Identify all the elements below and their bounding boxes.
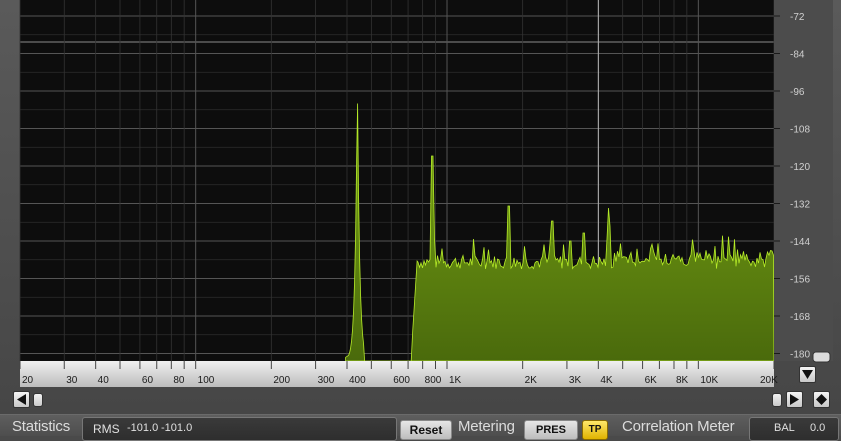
level-label: -72 xyxy=(790,12,805,23)
reset-button[interactable]: Reset xyxy=(400,420,452,440)
level-label: -96 xyxy=(790,87,805,98)
frequency-label: 6K xyxy=(645,375,658,386)
level-label: -156 xyxy=(790,275,810,286)
balance-readout: BAL 0.0 xyxy=(749,417,839,441)
frequency-label: 20 xyxy=(22,375,34,386)
scroll-down-button[interactable] xyxy=(799,366,816,383)
level-label: -168 xyxy=(790,312,810,323)
level-label: -132 xyxy=(790,200,810,211)
correlation-meter-label: Correlation Meter xyxy=(622,418,735,435)
vertical-scroll-thumb[interactable] xyxy=(812,351,831,363)
true-peak-button[interactable]: TP xyxy=(582,420,608,440)
triangle-right-icon xyxy=(790,394,799,405)
horizontal-scroll-thumb-left[interactable] xyxy=(33,393,43,407)
level-label: -120 xyxy=(790,162,810,173)
level-label: -108 xyxy=(790,125,810,136)
frequency-label: 20K xyxy=(760,375,778,386)
diamond-icon xyxy=(816,394,827,405)
balance-value: 0.0 xyxy=(810,422,826,434)
frequency-label: 600 xyxy=(393,375,410,386)
triangle-left-icon xyxy=(17,394,26,405)
level-label: -84 xyxy=(790,50,805,61)
metering-mode-button[interactable]: PRES xyxy=(524,420,578,440)
frequency-label: 60 xyxy=(142,375,154,386)
frequency-label: 80 xyxy=(173,375,185,386)
spectrum-plot: -72 -84 -96 -108 -120 -132 -144 -156 -168 -180 20… xyxy=(19,0,833,387)
statistics-label: Statistics xyxy=(12,418,71,435)
horizontal-scroll-thumb-right[interactable] xyxy=(772,393,782,407)
frequency-label: 400 xyxy=(349,375,366,386)
frequency-label: 300 xyxy=(318,375,335,386)
triangle-down-icon xyxy=(802,370,813,379)
rms-left-value: -101.0 xyxy=(127,422,159,434)
metering-label: Metering xyxy=(458,418,515,435)
scroll-right-button[interactable] xyxy=(786,391,803,408)
frequency-label: 2K xyxy=(525,375,538,386)
frequency-label: 4K xyxy=(600,375,613,386)
frequency-label: 30 xyxy=(66,375,78,386)
rms-right-value: -101.0 xyxy=(161,422,193,434)
frequency-label: 200 xyxy=(273,375,290,386)
frequency-label: 40 xyxy=(98,375,110,386)
bottom-control-bar: Statistics RMS -101.0 -101.0 Reset Meter… xyxy=(0,414,841,441)
frequency-label: 8K xyxy=(676,375,689,386)
frequency-label: 800 xyxy=(425,375,442,386)
frequency-label: 1K xyxy=(449,375,462,386)
level-label: -180 xyxy=(790,350,810,361)
rms-label: RMS xyxy=(93,422,120,436)
frequency-label: 3K xyxy=(569,375,582,386)
level-label: -144 xyxy=(790,237,810,248)
spectrum-analyzer-window: -72 -84 -96 -108 -120 -132 -144 -156 -168 -180 20… xyxy=(0,0,841,441)
zoom-toggle-button[interactable] xyxy=(813,391,830,408)
spectrum-display: -72 -84 -96 -108 -120 -132 -144 -156 -168 -180 20… xyxy=(13,0,833,388)
scroll-left-button[interactable] xyxy=(13,391,30,408)
frequency-label: 10K xyxy=(700,375,718,386)
balance-label: BAL xyxy=(774,422,795,434)
statistics-readout: RMS -101.0 -101.0 xyxy=(82,417,397,441)
frequency-label: 100 xyxy=(198,375,215,386)
